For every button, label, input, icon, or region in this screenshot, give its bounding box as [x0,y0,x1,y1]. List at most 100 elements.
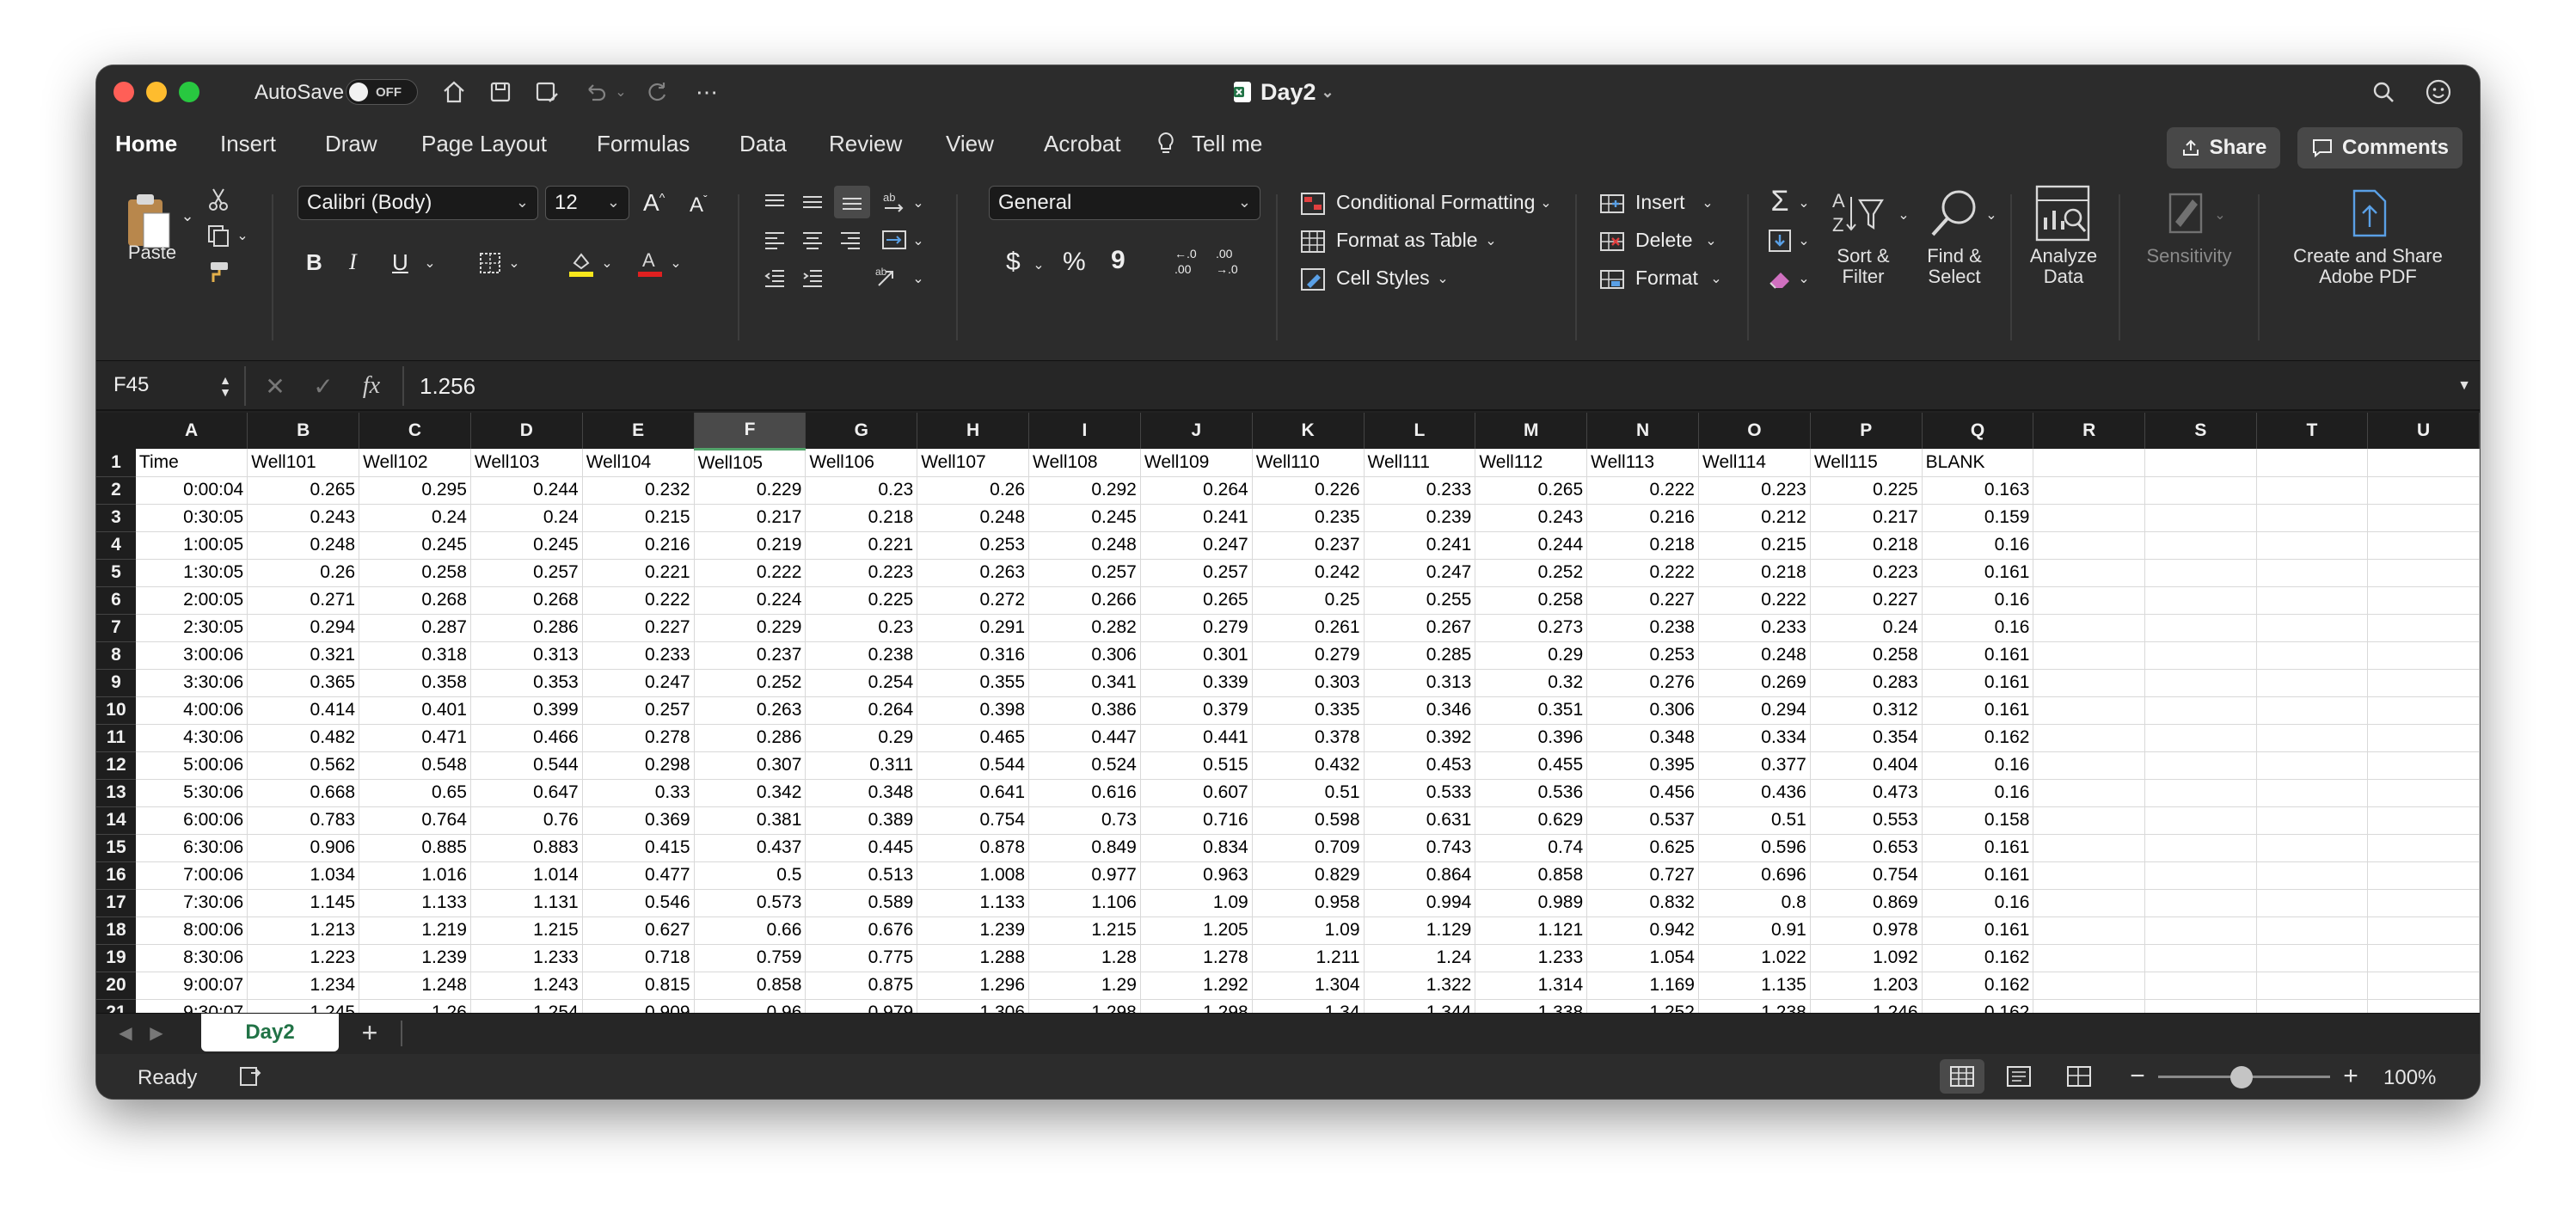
cell[interactable]: 0.241 [1140,504,1253,532]
cell[interactable]: 0.381 [694,806,807,835]
cell[interactable]: 0.339 [1140,669,1253,697]
cell[interactable] [2144,586,2257,615]
cell[interactable] [2367,889,2480,917]
column-header[interactable]: R [2033,413,2146,449]
tab-view[interactable]: View [946,131,994,157]
cell[interactable]: 0.598 [1252,806,1365,835]
cell[interactable]: 0.76 [470,806,583,835]
cell[interactable]: 2:30:05 [135,614,248,642]
cell[interactable]: 0.466 [470,724,583,752]
cell[interactable] [2033,834,2146,862]
cell[interactable]: 0.875 [805,972,918,1000]
cell[interactable] [2367,531,2480,560]
cell[interactable]: 0.676 [805,916,918,945]
cell[interactable]: 0.629 [1475,806,1588,835]
cell[interactable]: 0.247 [1140,531,1253,560]
cell[interactable]: Well108 [1028,449,1141,477]
cell[interactable]: 1.223 [247,944,360,972]
cell[interactable]: 1.239 [917,916,1030,945]
more-commands-icon[interactable]: ⋯ [690,77,724,107]
cell[interactable]: 0.958 [1252,889,1365,917]
cell[interactable]: 0.16 [1922,751,2034,780]
cell[interactable]: 0.51 [1252,779,1365,807]
document-title[interactable]: Day2 ⌄ [1231,77,1334,107]
sort-filter-dropdown-icon[interactable]: ⌄ [1895,203,1912,227]
cell[interactable]: 1.169 [1586,972,1699,1000]
cell[interactable]: 0.456 [1586,779,1699,807]
copy-icon[interactable] [203,220,234,251]
row-header[interactable]: 15 [96,834,136,862]
sheet-tab-day2[interactable]: Day2 [201,1014,339,1051]
cell[interactable]: 0.783 [247,806,360,835]
cell[interactable]: 0.161 [1922,641,2034,670]
clear-dropdown-icon[interactable]: ⌄ [1795,267,1812,291]
cell[interactable]: 0.283 [1810,669,1923,697]
page-layout-view-button[interactable] [1996,1059,2041,1094]
cell[interactable]: 0.233 [582,641,695,670]
row-header[interactable]: 19 [96,944,136,972]
column-header[interactable]: H [917,413,1030,449]
column-header[interactable]: K [1252,413,1365,449]
cell[interactable]: 1.016 [359,861,471,890]
row-header[interactable]: 7 [96,614,136,642]
tab-insert[interactable]: Insert [220,131,276,157]
cell[interactable]: 0.631 [1364,806,1476,835]
name-box[interactable]: F45 [113,373,149,397]
cell[interactable] [2256,889,2369,917]
cell[interactable]: 0.258 [359,559,471,587]
cell[interactable]: 0.237 [1252,531,1365,560]
expand-formula-bar-icon[interactable]: ▼ [2454,373,2475,399]
row-header[interactable]: 20 [96,972,136,1000]
cell[interactable]: 0.16 [1922,531,2034,560]
cell[interactable]: 1.205 [1140,916,1253,945]
orientation-dropdown-icon[interactable]: ⌄ [910,191,927,215]
cell[interactable]: 0.23 [805,614,918,642]
cell[interactable]: Well105 [694,449,807,477]
format-as-table-dropdown-icon[interactable]: ⌄ [1482,229,1500,253]
column-header[interactable]: N [1586,413,1699,449]
cell[interactable]: 0.233 [1364,476,1476,505]
create-share-pdf-label-line1[interactable]: Create and Share [2270,246,2466,267]
cell[interactable]: 0.247 [1364,559,1476,587]
cell[interactable] [2256,641,2369,670]
insert-cells-label[interactable]: Insert [1635,191,1685,214]
cell[interactable] [2367,476,2480,505]
row-header[interactable]: 11 [96,724,136,752]
insert-cells-icon[interactable] [1598,189,1627,218]
cell[interactable]: 0.51 [1698,806,1811,835]
cell[interactable]: 1.29 [1028,972,1141,1000]
cell[interactable]: 0.553 [1810,806,1923,835]
column-header[interactable]: F [694,413,807,451]
cell[interactable]: 0.269 [1698,669,1811,697]
cell[interactable] [2256,916,2369,945]
cell[interactable] [2144,972,2257,1000]
cell[interactable]: 0.348 [1586,724,1699,752]
format-as-table-icon[interactable] [1298,227,1328,256]
cell[interactable]: 0.257 [1140,559,1253,587]
cell[interactable]: 0.398 [917,696,1030,725]
cell[interactable]: 0.33 [582,779,695,807]
cell[interactable]: 0.377 [1698,751,1811,780]
cell[interactable]: 0.301 [1140,641,1253,670]
cell[interactable]: 1.014 [470,861,583,890]
cell[interactable]: 8:30:06 [135,944,248,972]
cell[interactable]: 0.258 [1475,586,1588,615]
zoom-level[interactable]: 100% [2383,1066,2436,1090]
cell[interactable]: 0.245 [470,531,583,560]
fill-color-dropdown-icon[interactable]: ⌄ [598,251,616,275]
save-as-icon[interactable] [530,77,564,107]
cell[interactable]: 0.264 [805,696,918,725]
cell[interactable]: 0.254 [805,669,918,697]
cell[interactable]: 0.989 [1475,889,1588,917]
cell[interactable] [2367,586,2480,615]
cell[interactable]: 0.432 [1252,751,1365,780]
cell[interactable]: 0.358 [359,669,471,697]
clear-eraser-icon[interactable] [1764,261,1795,296]
cell[interactable]: 0.963 [1140,861,1253,890]
cell[interactable]: 0.764 [359,806,471,835]
cell[interactable]: 0.436 [1698,779,1811,807]
zoom-window-button[interactable] [179,82,199,102]
cell[interactable]: 1.145 [247,889,360,917]
cell[interactable]: 1.288 [917,944,1030,972]
delete-cells-label[interactable]: Delete [1635,229,1692,252]
